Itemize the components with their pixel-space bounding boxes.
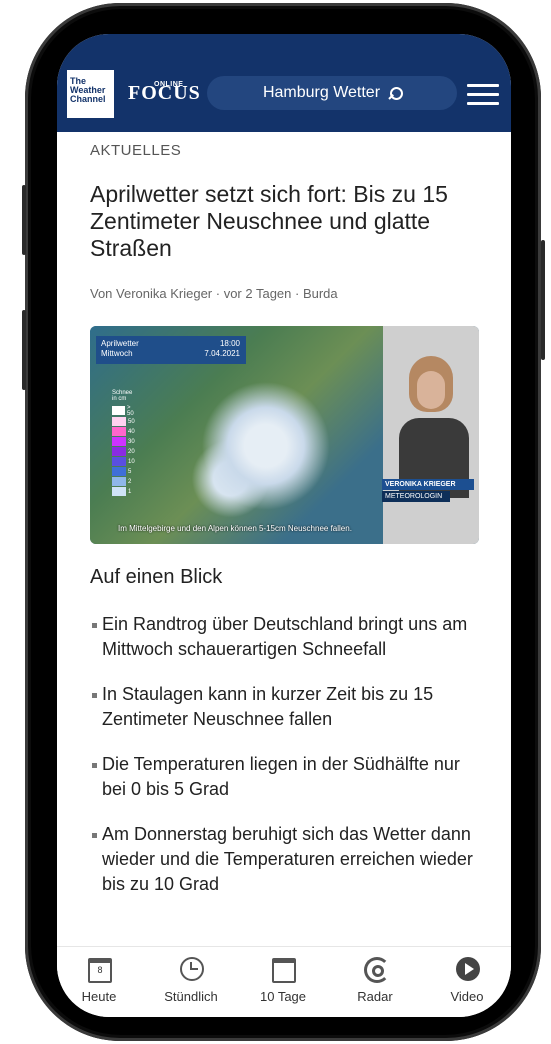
bullet-icon [92, 833, 97, 838]
presenter-role: METEOROLOGIN [382, 491, 450, 502]
legend-swatch [112, 487, 126, 496]
nav-item-stuendlich[interactable]: Stündlich [151, 955, 231, 1004]
bullet-icon [92, 623, 97, 628]
legend-row: 20 [112, 447, 138, 457]
snow-legend: Schnee in cm > 50 50 40 30 20 10 5 2 1 [112, 390, 138, 497]
legend-swatch [112, 406, 125, 415]
presenter-name: VERONIKA KRIEGER [382, 479, 474, 490]
app-header: The Weather Channel ONLINE FOCUS Hamburg… [57, 34, 511, 132]
menu-icon[interactable] [467, 84, 499, 105]
list-item: Am Donnerstag beruhigt sich das Wetter d… [90, 822, 480, 897]
legend-value: 20 [128, 449, 135, 455]
search-icon [388, 86, 404, 100]
legend-title: Schnee in cm [112, 390, 133, 402]
legend-row: 50 [112, 417, 138, 427]
legend-value: 30 [128, 439, 135, 445]
radar-icon [364, 957, 390, 983]
summary-heading: Auf einen Blick [90, 566, 223, 588]
legend-value: 50 [128, 419, 135, 425]
weather-channel-logo[interactable]: The Weather Channel [67, 70, 114, 118]
location-search-button[interactable]: Hamburg Wetter [207, 76, 457, 110]
legend-value: 1 [128, 489, 132, 495]
video-header-time: 18:00 [219, 339, 240, 348]
legend-swatch [112, 477, 126, 486]
legend-swatch [112, 457, 126, 466]
legend-row: 10 [112, 457, 138, 467]
video-caption: Im Mittelgebirge und den Alpen können 5-… [118, 524, 352, 533]
legend-swatch [112, 437, 126, 446]
nav-item-radar[interactable]: Radar [335, 955, 415, 1004]
nav-item-video[interactable]: Video [427, 955, 507, 1004]
calendar-day-icon: 8 [88, 958, 112, 983]
phone-side-button [541, 240, 545, 360]
legend-value: 10 [128, 459, 135, 465]
legend-swatch [112, 417, 126, 426]
nav-label: Video [450, 989, 484, 1004]
nav-label: Stündlich [164, 989, 218, 1004]
legend-value: > 50 [127, 405, 134, 417]
bullet-icon [92, 763, 97, 768]
list-item-text: In Staulagen kann in kurzer Zeit bis zu … [102, 684, 434, 729]
legend-row: 40 [112, 427, 138, 437]
nav-label: Heute [81, 989, 117, 1004]
legend-swatch [112, 427, 126, 436]
presenter-face [417, 371, 445, 409]
nav-label: 10 Tage [259, 989, 307, 1004]
bullet-icon [92, 693, 97, 698]
summary-list: Ein Randtrog über Deutschland bringt uns… [90, 612, 480, 917]
bottom-nav: 8 Heute Stündlich 10 Tage Radar Video [57, 946, 511, 1017]
phone-side-button [22, 185, 26, 255]
list-item: In Staulagen kann in kurzer Zeit bis zu … [90, 682, 480, 732]
nav-label: Radar [357, 989, 393, 1004]
search-label: Hamburg Wetter [262, 84, 381, 101]
article-title: Aprilwetter setzt sich fort: Bis zu 15 Z… [90, 181, 448, 261]
list-item-text: Die Temperaturen liegen in der Südhälfte… [102, 754, 460, 799]
video-header-bar: Aprilwetter Mittwoch 18:00 7.04.2021 [96, 336, 246, 364]
list-item-text: Ein Randtrog über Deutschland bringt uns… [102, 614, 468, 659]
nav-item-heute[interactable]: 8 Heute [59, 955, 139, 1004]
article-video[interactable]: Aprilwetter Mittwoch 18:00 7.04.2021 Sch… [90, 326, 479, 544]
calendar-icon [272, 958, 296, 983]
legend-row: 5 [112, 467, 138, 477]
presenter-nameplate: VERONIKA KRIEGER METEOROLOGIN [382, 479, 474, 502]
phone-screen: The Weather Channel ONLINE FOCUS Hamburg… [57, 34, 511, 1017]
focus-logo[interactable]: FOCUS [128, 82, 201, 105]
clock-icon [180, 957, 204, 981]
play-icon [456, 957, 480, 981]
list-item: Ein Randtrog über Deutschland bringt uns… [90, 612, 480, 662]
article-category[interactable]: AKTUELLES [90, 142, 181, 159]
list-item-text: Am Donnerstag beruhigt sich das Wetter d… [102, 824, 473, 894]
video-header-date: 7.04.2021 [204, 349, 240, 358]
legend-value: 2 [128, 479, 132, 485]
phone-side-button [22, 310, 26, 390]
logo-line: Channel [70, 94, 106, 104]
article-byline: Von Veronika Krieger · vor 2 Tagen · Bur… [90, 286, 338, 301]
legend-swatch [112, 467, 126, 476]
list-item: Die Temperaturen liegen in der Südhälfte… [90, 752, 480, 802]
nav-item-10-tage[interactable]: 10 Tage [243, 955, 323, 1004]
legend-swatch [112, 447, 126, 456]
legend-row: 1 [112, 487, 138, 497]
legend-value: 5 [128, 469, 132, 475]
legend-row: 30 [112, 437, 138, 447]
legend-value: 40 [128, 429, 135, 435]
legend-row: 2 [112, 477, 138, 487]
legend-row: > 50 [112, 405, 138, 417]
